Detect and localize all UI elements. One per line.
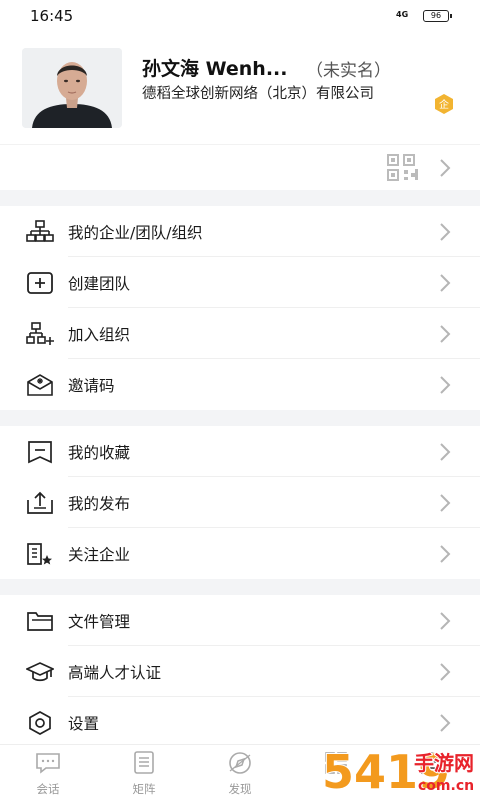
qr-code-row[interactable] — [0, 144, 480, 190]
section-gap — [0, 410, 480, 426]
chevron-right-icon — [440, 443, 451, 461]
menu-item-my-posts[interactable]: 我的发布 — [0, 477, 480, 528]
enterprise-badge-icon[interactable]: 企 — [433, 93, 455, 115]
plus-square-icon — [27, 272, 53, 294]
menu-item-label: 创建团队 — [68, 275, 131, 293]
menu-item-label: 关注企业 — [68, 546, 131, 564]
profile-card[interactable]: 孙文海 Wenh... （未实名） 德稻全球创新网络（北京）有限公司 企 — [0, 32, 480, 144]
watermark-domain: com.cn — [418, 778, 474, 794]
chevron-right-icon — [440, 545, 451, 563]
invite-mail-icon — [27, 374, 53, 396]
badge-label: 企 — [439, 98, 449, 111]
menu-item-talent-certification[interactable]: 高端人才认证 — [0, 646, 480, 697]
menu-item-my-org[interactable]: 我的企业/团队/组织 — [0, 206, 480, 257]
menu-item-settings[interactable]: 设置 — [0, 697, 480, 744]
compass-icon — [229, 752, 251, 774]
signal-icon: 4G — [396, 10, 409, 19]
chevron-right-icon — [440, 274, 451, 292]
profile-name: 孙文海 Wenh... — [142, 58, 288, 80]
chevron-right-icon — [440, 714, 451, 732]
tab-chat[interactable]: 会话 — [0, 745, 96, 800]
status-time: 16:45 — [30, 7, 74, 25]
graduation-cap-icon — [26, 662, 54, 682]
menu-item-followed-companies[interactable]: 关注企业 — [0, 528, 480, 579]
chat-bubble-icon — [36, 753, 60, 774]
section-gap — [0, 579, 480, 595]
menu-item-label: 设置 — [68, 715, 100, 733]
chevron-right-icon — [440, 159, 451, 177]
menu-item-label: 文件管理 — [68, 613, 131, 631]
gear-icon — [29, 711, 51, 735]
org-add-icon — [26, 322, 54, 345]
avatar[interactable] — [22, 48, 122, 128]
menu-item-label: 高端人才认证 — [68, 664, 162, 682]
menu-item-create-team[interactable]: 创建团队 — [0, 257, 480, 308]
watermark-logo: 5419 手游网 com.cn — [321, 744, 475, 800]
building-star-icon — [27, 543, 52, 565]
menu-item-label: 加入组织 — [68, 326, 131, 344]
folder-icon — [27, 612, 53, 631]
menu-item-invite-code[interactable]: 邀请码 — [0, 359, 480, 410]
menu-item-label: 我的收藏 — [68, 444, 131, 462]
tab-label: 发现 — [228, 782, 252, 796]
menu-item-join-org[interactable]: 加入组织 — [0, 308, 480, 359]
battery-icon: 96 — [423, 10, 452, 22]
menu-item-label: 我的企业/团队/组织 — [68, 224, 203, 242]
verification-status[interactable]: （未实名） — [306, 56, 391, 81]
menu-item-label: 邀请码 — [68, 377, 115, 395]
menu-item-favorites[interactable]: 我的收藏 — [0, 426, 480, 477]
chevron-right-icon — [440, 663, 451, 681]
qr-code-icon[interactable] — [386, 153, 420, 183]
watermark-site-text: 手游网 — [414, 751, 474, 775]
status-bar: 16:45 4G 96 — [0, 0, 480, 32]
tab-discover[interactable]: 发现 — [192, 745, 288, 800]
chevron-right-icon — [440, 223, 451, 241]
org-chart-icon — [26, 220, 54, 242]
section-gap — [0, 190, 480, 206]
tab-label: 会话 — [36, 782, 60, 796]
menu-item-label: 我的发布 — [68, 495, 131, 513]
document-list-icon — [134, 751, 154, 774]
tab-matrix[interactable]: 矩阵 — [96, 745, 192, 800]
company-name: 德稻全球创新网络（北京）有限公司 — [142, 86, 374, 102]
chevron-right-icon — [440, 376, 451, 394]
chevron-right-icon — [440, 612, 451, 630]
tab-label: 矩阵 — [132, 782, 156, 796]
menu-item-file-manager[interactable]: 文件管理 — [0, 595, 480, 646]
upload-tray-icon — [27, 491, 53, 514]
bookmark-icon — [28, 441, 52, 464]
chevron-right-icon — [440, 325, 451, 343]
chevron-right-icon — [440, 494, 451, 512]
